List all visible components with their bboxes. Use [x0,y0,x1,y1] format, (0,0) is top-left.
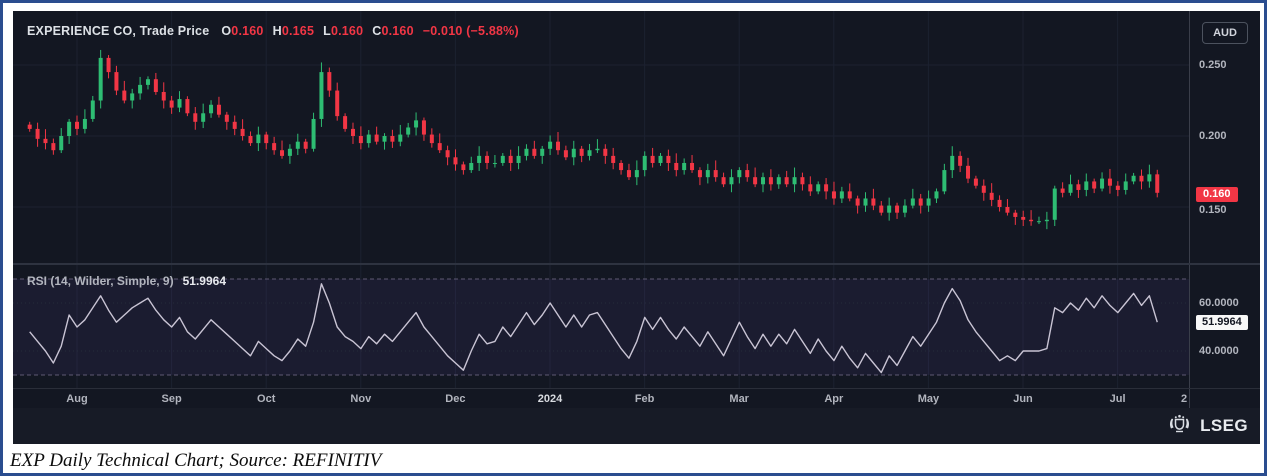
rsi-tick-60: 60.0000 [1199,297,1239,309]
time-label-mar: Mar [729,393,749,405]
time-label-oct: Oct [257,393,276,405]
open-value: 0.160 [231,24,264,38]
time-axis-border [13,388,1260,389]
time-label-apr: Apr [824,393,844,405]
lseg-crest-icon [1166,413,1193,439]
rsi-value-badge: 51.9964 [1196,315,1248,330]
rsi-indicator-name: RSI (14, Wilder, Simple, 9) [27,274,174,288]
time-axis-partial-label: 2 [1181,393,1188,405]
rsi-tick-40: 40.0000 [1199,345,1239,357]
time-label-sep: Sep [161,393,182,405]
high-value: 0.165 [281,24,315,38]
time-label-jul: Jul [1109,393,1126,405]
open-label: O [221,24,232,38]
price-tick-0200: 0.200 [1199,130,1227,142]
low-label: L [323,24,331,38]
rsi-indicator-value: 51.9964 [182,274,226,288]
change-value: −0.010 (−5.88%) [422,24,519,38]
instrument-legend[interactable]: EXPERIENCE CO, Trade Price O0.160 H0.165… [27,21,519,41]
currency-badge[interactable]: AUD [1202,22,1248,44]
last-price-badge: 0.160 [1196,187,1238,202]
price-tick-0250: 0.250 [1199,59,1227,71]
time-label-aug: Aug [66,393,88,405]
close-value: 0.160 [381,24,414,38]
bottom-bar [13,408,1260,444]
time-label-jun: Jun [1013,393,1033,405]
time-label-may: May [917,393,940,405]
price-tick-0150: 0.150 [1199,204,1227,216]
low-value: 0.160 [330,24,364,38]
lseg-wordmark: LSEG [1200,416,1248,435]
time-label-dec: Dec [445,393,466,405]
figure-caption: EXP Daily Technical Chart; Source: REFIN… [10,448,1258,473]
time-label-nov: Nov [350,393,372,405]
lseg-logo: LSEG [1166,413,1248,439]
time-label-feb: Feb [634,393,655,405]
rsi-legend[interactable]: RSI (14, Wilder, Simple, 9) 51.9964 [27,273,226,289]
figure-frame: EXPERIENCE CO, Trade Price O0.160 H0.165… [0,0,1267,476]
time-label-2024: 2024 [537,393,563,405]
chart-plot-area[interactable] [13,11,1190,408]
pane-separator[interactable] [13,263,1260,265]
instrument-name: EXPERIENCE CO, Trade Price [27,24,210,38]
chart-panel: EXPERIENCE CO, Trade Price O0.160 H0.165… [13,11,1260,444]
high-label: H [272,24,282,38]
